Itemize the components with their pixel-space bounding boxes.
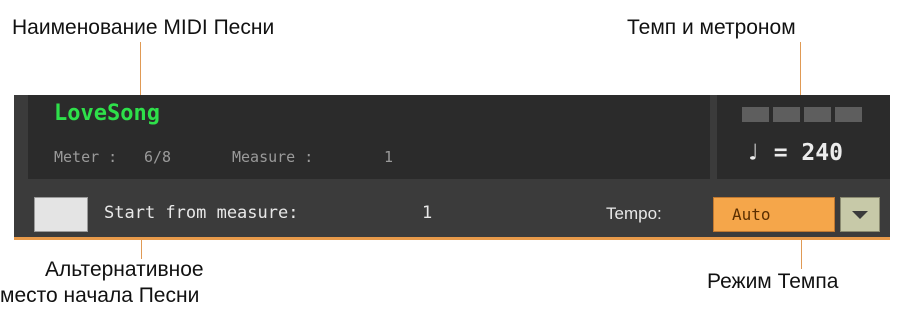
leader-song-name bbox=[140, 42, 141, 98]
leader-tempo-mode bbox=[801, 237, 802, 269]
meter-label: Meter : bbox=[54, 148, 118, 166]
start-measure-value[interactable]: 1 bbox=[422, 203, 432, 223]
song-info-box: LoveSong Meter : 6/8 Measure : 1 bbox=[28, 95, 710, 179]
callout-song-name: Наименование MIDI Песни bbox=[12, 16, 275, 39]
leader-tempo bbox=[800, 42, 801, 98]
start-from-measure-label: Start from measure: bbox=[104, 203, 299, 223]
metronome-beat bbox=[835, 107, 862, 122]
panel-divider bbox=[14, 237, 890, 240]
metronome-beat bbox=[773, 107, 800, 122]
leader-alt-start bbox=[141, 237, 142, 259]
bottom-row: Start from measure: 1 Tempo: Auto bbox=[14, 179, 890, 237]
tempo-value[interactable]: ♩ = 240 bbox=[746, 140, 843, 166]
chevron-down-icon bbox=[852, 210, 868, 219]
tempo-label: Tempo: bbox=[606, 204, 662, 223]
measure-label: Measure : bbox=[232, 148, 314, 166]
meter-value: 6/8 bbox=[144, 148, 172, 166]
tempo-mode-value: Auto bbox=[732, 205, 771, 224]
callout-alt-start-line1: Альтернативное bbox=[45, 258, 204, 281]
song-panel: LoveSong Meter : 6/8 Measure : 1 ♩ = 240… bbox=[14, 95, 890, 237]
measure-value: 1 bbox=[384, 148, 394, 166]
start-from-measure-checkbox[interactable] bbox=[34, 197, 88, 232]
metronome-beat bbox=[804, 107, 831, 122]
tempo-metronome-box: ♩ = 240 bbox=[717, 95, 890, 179]
callout-tempo-metronome: Темп и метроном bbox=[627, 16, 796, 39]
metronome-beats bbox=[742, 107, 862, 122]
tempo-mode-select[interactable]: Auto bbox=[713, 197, 835, 232]
callout-alt-start-line2: место начала Песни bbox=[0, 284, 200, 307]
callout-tempo-mode: Режим Темпа bbox=[707, 270, 839, 293]
metronome-beat bbox=[742, 107, 769, 122]
song-name: LoveSong bbox=[54, 101, 160, 126]
tempo-mode-dropdown-button[interactable] bbox=[840, 197, 880, 232]
